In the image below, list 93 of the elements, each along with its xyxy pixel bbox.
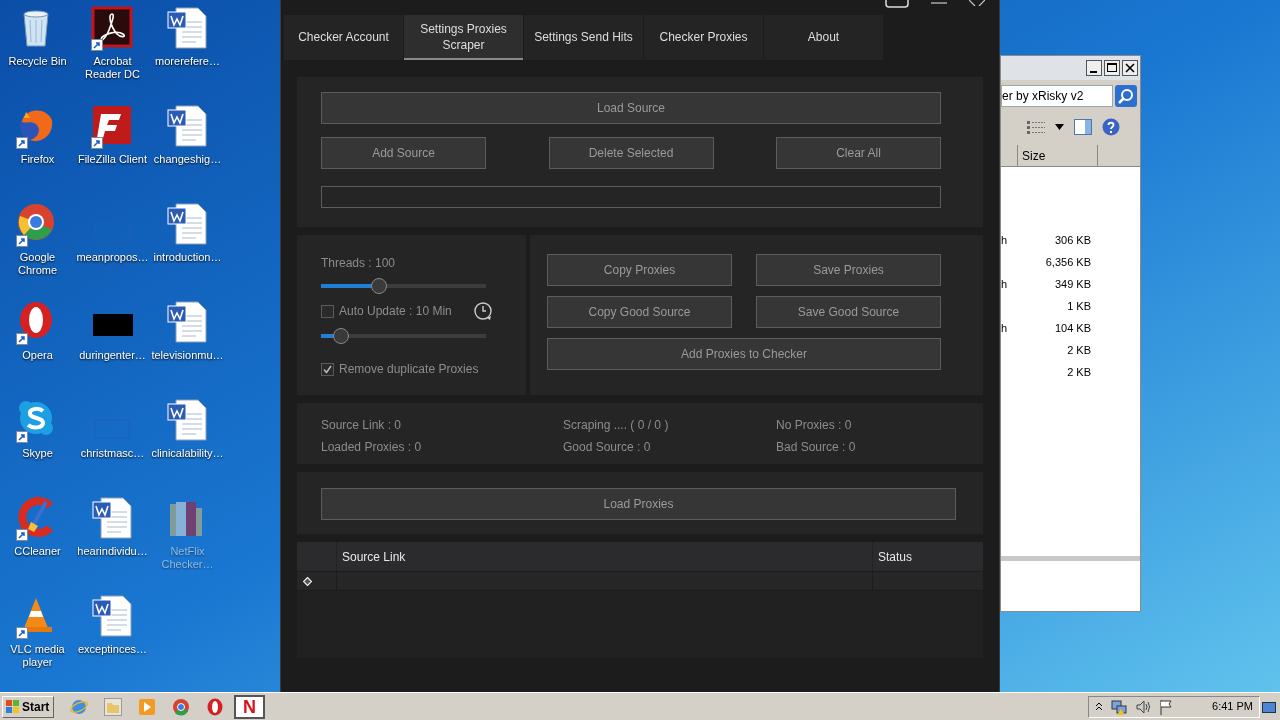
close-icon[interactable]: [1122, 60, 1138, 76]
file-name-cell: h: [1001, 233, 1008, 246]
stat-text: Loaded Proxies : 0: [321, 439, 423, 456]
desktop-icon-label[interactable]: CCleaner: [0, 545, 75, 558]
help-icon[interactable]: [1102, 118, 1120, 136]
file-size-cell-text: 104 KB: [1054, 320, 1091, 336]
desktop-icon-label[interactable]: exceptinces…: [75, 643, 150, 656]
source-action-button[interactable]: Delete Selected: [548, 137, 714, 169]
tab[interactable]: Checker Account: [284, 15, 403, 60]
desktop-icon-label[interactable]: VLC media player: [0, 643, 75, 669]
column-header[interactable]: Size: [1018, 145, 1098, 166]
proxy-action-button[interactable]: Copy Proxies: [547, 254, 732, 286]
show-desktop-icon[interactable]: [1262, 699, 1276, 714]
preview-pane-icon[interactable]: [1074, 119, 1092, 135]
desktop-icon-label[interactable]: Recycle Bin: [0, 55, 75, 68]
word-document-icon[interactable]: [165, 6, 210, 50]
desktop-icon-label[interactable]: clinicalability…: [150, 447, 225, 460]
proxy-action-button[interactable]: Save Good Source: [756, 296, 941, 328]
dropdown-caret-icon[interactable]: [1055, 124, 1064, 130]
desktop-icon-label[interactable]: Firefox: [0, 153, 75, 166]
desktop-icon-label[interactable]: Acrobat Reader DC: [75, 55, 150, 81]
tab[interactable]: Settings Send Hits: [524, 15, 643, 60]
word-document-icon[interactable]: [90, 594, 135, 638]
stat-text: Scraping .... ( 0 / 0 ): [563, 417, 670, 434]
taskbar-app-button[interactable]: N: [234, 694, 265, 719]
desktop-icon-label[interactable]: changeshig…: [150, 153, 225, 166]
flag-icon[interactable]: [1159, 698, 1173, 715]
word-document-icon[interactable]: [165, 202, 210, 246]
desktop-icon-label[interactable]: Opera: [0, 349, 75, 362]
word-document-icon[interactable]: [165, 398, 210, 442]
desktop-icon-label[interactable]: televisionmu…: [150, 349, 225, 362]
file-size-cell-text: 2 KB: [1067, 364, 1091, 380]
slider-thumb[interactable]: [370, 278, 387, 294]
proxy-action-button[interactable]: Copy Good Source: [547, 296, 732, 328]
search-field[interactable]: er by xRisky v2: [1001, 85, 1113, 107]
word-document-icon[interactable]: [165, 104, 210, 148]
source-action-button[interactable]: Add Source: [321, 137, 486, 169]
desktop-icon-label[interactable]: duringenter…: [75, 349, 150, 362]
source-input-field[interactable]: [321, 186, 941, 208]
file-name-cell: h: [1001, 321, 1008, 334]
proxy-action-button[interactable]: Save Proxies: [756, 254, 941, 286]
slider-thumb[interactable]: [332, 328, 349, 344]
speaker-icon[interactable]: [1135, 698, 1151, 715]
proxy-action-button[interactable]: Add Proxies to Checker: [547, 338, 941, 370]
source-action-button[interactable]: Clear All: [776, 137, 941, 169]
minimize-icon[interactable]: [1086, 60, 1102, 76]
column-header[interactable]: Status: [878, 547, 913, 566]
file-size-cell-text: 1 KB: [1067, 298, 1091, 314]
windows-flag-icon: [6, 699, 20, 714]
stat-text: Source Link : 0: [321, 417, 403, 434]
checkbox[interactable]: [321, 362, 334, 376]
clock-text: 6:41 PM: [1212, 699, 1253, 715]
file-size-cell-text: 349 KB: [1054, 276, 1091, 292]
desktop-icon-label[interactable]: christmasc…: [75, 447, 150, 460]
file-size-cell-text: 6,356 KB: [1045, 254, 1091, 270]
tab[interactable]: Checker Proxies: [644, 15, 763, 60]
tab[interactable]: About: [764, 15, 883, 60]
file-name-cell: h: [1001, 277, 1008, 290]
load-proxies-button[interactable]: Load Proxies: [321, 488, 956, 520]
slider[interactable]: [321, 278, 486, 294]
start-button[interactable]: Start: [2, 695, 54, 718]
desktop-icon-label[interactable]: Google Chrome: [0, 251, 75, 277]
desktop-icon-label[interactable]: morerefere…: [150, 55, 225, 68]
chevron-up-icon[interactable]: [1095, 702, 1103, 711]
word-document-icon[interactable]: [165, 300, 210, 344]
checkbox[interactable]: [321, 304, 334, 318]
pdf-app-icon[interactable]: [90, 6, 135, 50]
desktop-icon-label[interactable]: meanpropos…: [75, 251, 150, 264]
view-list-icon[interactable]: [1027, 120, 1045, 134]
load-source-button[interactable]: Load Source: [321, 92, 941, 124]
desktop-icon-label[interactable]: introduction…: [150, 251, 225, 264]
desktop-icon-label[interactable]: FileZilla Client: [75, 153, 150, 166]
slider[interactable]: [321, 328, 486, 344]
new-row-icon: [303, 576, 312, 586]
stat-text: Bad Source : 0: [776, 439, 857, 456]
network-icon[interactable]: [1111, 698, 1127, 715]
file-size-cell-text: 306 KB: [1054, 232, 1091, 248]
search-icon[interactable]: [1115, 85, 1137, 107]
auto-update-label: Auto Update : 10 Min: [339, 303, 452, 320]
column-header[interactable]: Source Link: [342, 547, 406, 566]
desktop-icon-label[interactable]: Skype: [0, 447, 75, 460]
remove-duplicates-label: Remove duplicate Proxies: [339, 361, 479, 378]
circle-logo-icon[interactable]: [172, 697, 190, 716]
tab[interactable]: Settings Proxies Scraper: [404, 15, 523, 60]
ring-logo-icon[interactable]: [206, 697, 224, 716]
desktop-icon-label[interactable]: hearindividu…: [75, 545, 150, 558]
file-size-cell-text: 2 KB: [1067, 342, 1091, 358]
maximize-icon[interactable]: [1104, 60, 1120, 76]
word-document-icon[interactable]: [90, 496, 135, 540]
threads-label: Threads : 100: [321, 255, 397, 271]
clock-refresh-icon[interactable]: [473, 301, 493, 321]
stat-text: Good Source : 0: [563, 439, 652, 456]
stat-text: No Proxies : 0: [776, 417, 853, 434]
